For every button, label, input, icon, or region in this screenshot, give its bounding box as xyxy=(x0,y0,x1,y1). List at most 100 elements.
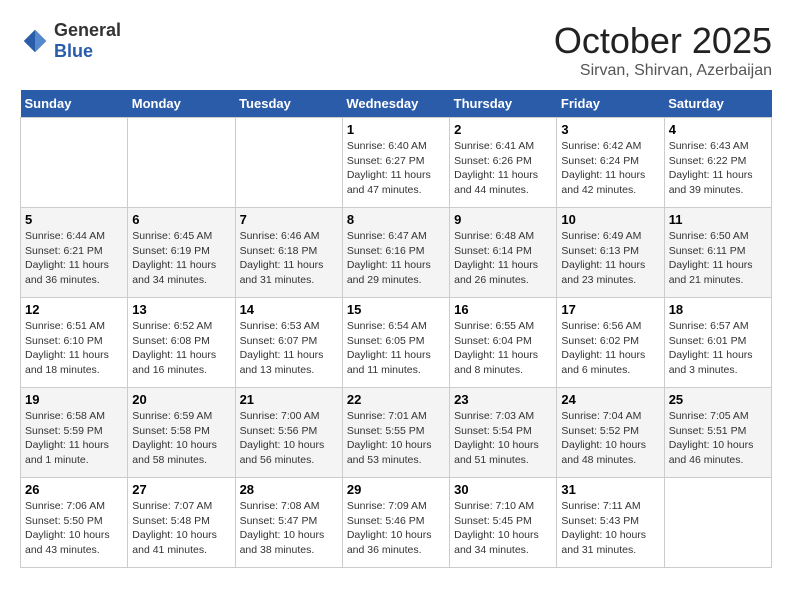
day-info: Sunrise: 6:46 AMSunset: 6:18 PMDaylight:… xyxy=(240,229,338,288)
col-tuesday: Tuesday xyxy=(235,90,342,118)
table-row xyxy=(21,118,128,208)
table-row: 18 Sunrise: 6:57 AMSunset: 6:01 PMDayligh… xyxy=(664,298,771,388)
calendar-header-row: Sunday Monday Tuesday Wednesday Thursday… xyxy=(21,90,772,118)
day-number: 26 xyxy=(25,482,123,497)
day-info: Sunrise: 6:50 AMSunset: 6:11 PMDaylight:… xyxy=(669,229,767,288)
day-info: Sunrise: 6:57 AMSunset: 6:01 PMDaylight:… xyxy=(669,319,767,378)
day-number: 10 xyxy=(561,212,659,227)
col-wednesday: Wednesday xyxy=(342,90,449,118)
table-row xyxy=(128,118,235,208)
day-number: 17 xyxy=(561,302,659,317)
table-row: 5 Sunrise: 6:44 AMSunset: 6:21 PMDaylight… xyxy=(21,208,128,298)
day-number: 3 xyxy=(561,122,659,137)
day-number: 18 xyxy=(669,302,767,317)
table-row: 10 Sunrise: 6:49 AMSunset: 6:13 PMDayligh… xyxy=(557,208,664,298)
calendar-week-row: 1 Sunrise: 6:40 AMSunset: 6:27 PMDaylight… xyxy=(21,118,772,208)
day-number: 21 xyxy=(240,392,338,407)
calendar-table: Sunday Monday Tuesday Wednesday Thursday… xyxy=(20,90,772,568)
day-number: 1 xyxy=(347,122,445,137)
col-sunday: Sunday xyxy=(21,90,128,118)
logo-general-text: General xyxy=(54,20,121,40)
table-row: 21Sunrise: 7:00 AMSunset: 5:56 PMDayligh… xyxy=(235,388,342,478)
day-info: Sunrise: 6:48 AMSunset: 6:14 PMDaylight:… xyxy=(454,229,552,288)
calendar-week-row: 26 Sunrise: 7:06 AMSunset: 5:50 PMDayligh… xyxy=(21,478,772,568)
day-info: Sunrise: 6:59 AMSunset: 5:58 PMDaylight:… xyxy=(132,409,230,468)
table-row: 2Sunrise: 6:41 AMSunset: 6:26 PMDaylight… xyxy=(450,118,557,208)
table-row: 28 Sunrise: 7:08 AMSunset: 5:47 PMDayligh… xyxy=(235,478,342,568)
day-info: Sunrise: 6:51 AMSunset: 6:10 PMDaylight:… xyxy=(25,319,123,378)
table-row: 24Sunrise: 7:04 AMSunset: 5:52 PMDayligh… xyxy=(557,388,664,478)
day-number: 23 xyxy=(454,392,552,407)
day-number: 13 xyxy=(132,302,230,317)
day-number: 12 xyxy=(25,302,123,317)
table-row: 7 Sunrise: 6:46 AMSunset: 6:18 PMDaylight… xyxy=(235,208,342,298)
day-number: 7 xyxy=(240,212,338,227)
day-info: Sunrise: 7:08 AMSunset: 5:47 PMDaylight:… xyxy=(240,499,338,558)
day-number: 14 xyxy=(240,302,338,317)
table-row: 15Sunrise: 6:54 AMSunset: 6:05 PMDayligh… xyxy=(342,298,449,388)
logo-blue-text: Blue xyxy=(54,41,93,61)
table-row: 16Sunrise: 6:55 AMSunset: 6:04 PMDayligh… xyxy=(450,298,557,388)
day-info: Sunrise: 6:44 AMSunset: 6:21 PMDaylight:… xyxy=(25,229,123,288)
table-row xyxy=(235,118,342,208)
col-thursday: Thursday xyxy=(450,90,557,118)
table-row: 25 Sunrise: 7:05 AMSunset: 5:51 PMDayligh… xyxy=(664,388,771,478)
day-number: 9 xyxy=(454,212,552,227)
day-number: 31 xyxy=(561,482,659,497)
table-row: 9 Sunrise: 6:48 AMSunset: 6:14 PMDaylight… xyxy=(450,208,557,298)
table-row: 8Sunrise: 6:47 AMSunset: 6:16 PMDaylight… xyxy=(342,208,449,298)
table-row: 3 Sunrise: 6:42 AMSunset: 6:24 PMDaylight… xyxy=(557,118,664,208)
table-row: 12 Sunrise: 6:51 AMSunset: 6:10 PMDayligh… xyxy=(21,298,128,388)
day-info: Sunrise: 6:55 AMSunset: 6:04 PMDaylight:… xyxy=(454,319,552,378)
day-info: Sunrise: 6:56 AMSunset: 6:02 PMDaylight:… xyxy=(561,319,659,378)
table-row: 4 Sunrise: 6:43 AMSunset: 6:22 PMDaylight… xyxy=(664,118,771,208)
calendar-week-row: 12 Sunrise: 6:51 AMSunset: 6:10 PMDayligh… xyxy=(21,298,772,388)
col-saturday: Saturday xyxy=(664,90,771,118)
day-info: Sunrise: 7:09 AMSunset: 5:46 PMDaylight:… xyxy=(347,499,445,558)
day-number: 5 xyxy=(25,212,123,227)
day-info: Sunrise: 6:45 AMSunset: 6:19 PMDaylight:… xyxy=(132,229,230,288)
day-number: 29 xyxy=(347,482,445,497)
month-title: October 2025 xyxy=(554,20,772,62)
title-block: October 2025 Sirvan, Shirvan, Azerbaijan xyxy=(554,20,772,80)
table-row: 14 Sunrise: 6:53 AMSunset: 6:07 PMDayligh… xyxy=(235,298,342,388)
day-info: Sunrise: 7:11 AMSunset: 5:43 PMDaylight:… xyxy=(561,499,659,558)
day-info: Sunrise: 6:41 AMSunset: 6:26 PMDaylight:… xyxy=(454,139,552,198)
table-row: 11Sunrise: 6:50 AMSunset: 6:11 PMDayligh… xyxy=(664,208,771,298)
table-row xyxy=(664,478,771,568)
day-number: 20 xyxy=(132,392,230,407)
col-monday: Monday xyxy=(128,90,235,118)
day-number: 24 xyxy=(561,392,659,407)
day-number: 30 xyxy=(454,482,552,497)
table-row: 29 Sunrise: 7:09 AMSunset: 5:46 PMDayligh… xyxy=(342,478,449,568)
day-number: 27 xyxy=(132,482,230,497)
table-row: 13 Sunrise: 6:52 AMSunset: 6:08 PMDayligh… xyxy=(128,298,235,388)
day-number: 19 xyxy=(25,392,123,407)
table-row: 20 Sunrise: 6:59 AMSunset: 5:58 PMDayligh… xyxy=(128,388,235,478)
location-title: Sirvan, Shirvan, Azerbaijan xyxy=(554,62,772,80)
day-info: Sunrise: 6:43 AMSunset: 6:22 PMDaylight:… xyxy=(669,139,767,198)
table-row: 6 Sunrise: 6:45 AMSunset: 6:19 PMDaylight… xyxy=(128,208,235,298)
day-info: Sunrise: 6:40 AMSunset: 6:27 PMDaylight:… xyxy=(347,139,445,198)
day-info: Sunrise: 6:53 AMSunset: 6:07 PMDaylight:… xyxy=(240,319,338,378)
day-info: Sunrise: 7:05 AMSunset: 5:51 PMDaylight:… xyxy=(669,409,767,468)
day-number: 6 xyxy=(132,212,230,227)
table-row: 17 Sunrise: 6:56 AMSunset: 6:02 PMDayligh… xyxy=(557,298,664,388)
table-row: 1 Sunrise: 6:40 AMSunset: 6:27 PMDaylight… xyxy=(342,118,449,208)
day-info: Sunrise: 7:10 AMSunset: 5:45 PMDaylight:… xyxy=(454,499,552,558)
day-info: Sunrise: 6:58 AMSunset: 5:59 PMDaylight:… xyxy=(25,409,123,468)
day-number: 28 xyxy=(240,482,338,497)
day-info: Sunrise: 6:52 AMSunset: 6:08 PMDaylight:… xyxy=(132,319,230,378)
day-info: Sunrise: 7:07 AMSunset: 5:48 PMDaylight:… xyxy=(132,499,230,558)
day-info: Sunrise: 6:49 AMSunset: 6:13 PMDaylight:… xyxy=(561,229,659,288)
table-row: 30 Sunrise: 7:10 AMSunset: 5:45 PMDayligh… xyxy=(450,478,557,568)
day-number: 4 xyxy=(669,122,767,137)
table-row: 31 Sunrise: 7:11 AMSunset: 5:43 PMDayligh… xyxy=(557,478,664,568)
table-row: 27 Sunrise: 7:07 AMSunset: 5:48 PMDayligh… xyxy=(128,478,235,568)
day-info: Sunrise: 7:06 AMSunset: 5:50 PMDaylight:… xyxy=(25,499,123,558)
day-number: 22 xyxy=(347,392,445,407)
day-number: 25 xyxy=(669,392,767,407)
table-row: 23Sunrise: 7:03 AMSunset: 5:54 PMDayligh… xyxy=(450,388,557,478)
table-row: 26 Sunrise: 7:06 AMSunset: 5:50 PMDayligh… xyxy=(21,478,128,568)
day-info: Sunrise: 6:42 AMSunset: 6:24 PMDaylight:… xyxy=(561,139,659,198)
